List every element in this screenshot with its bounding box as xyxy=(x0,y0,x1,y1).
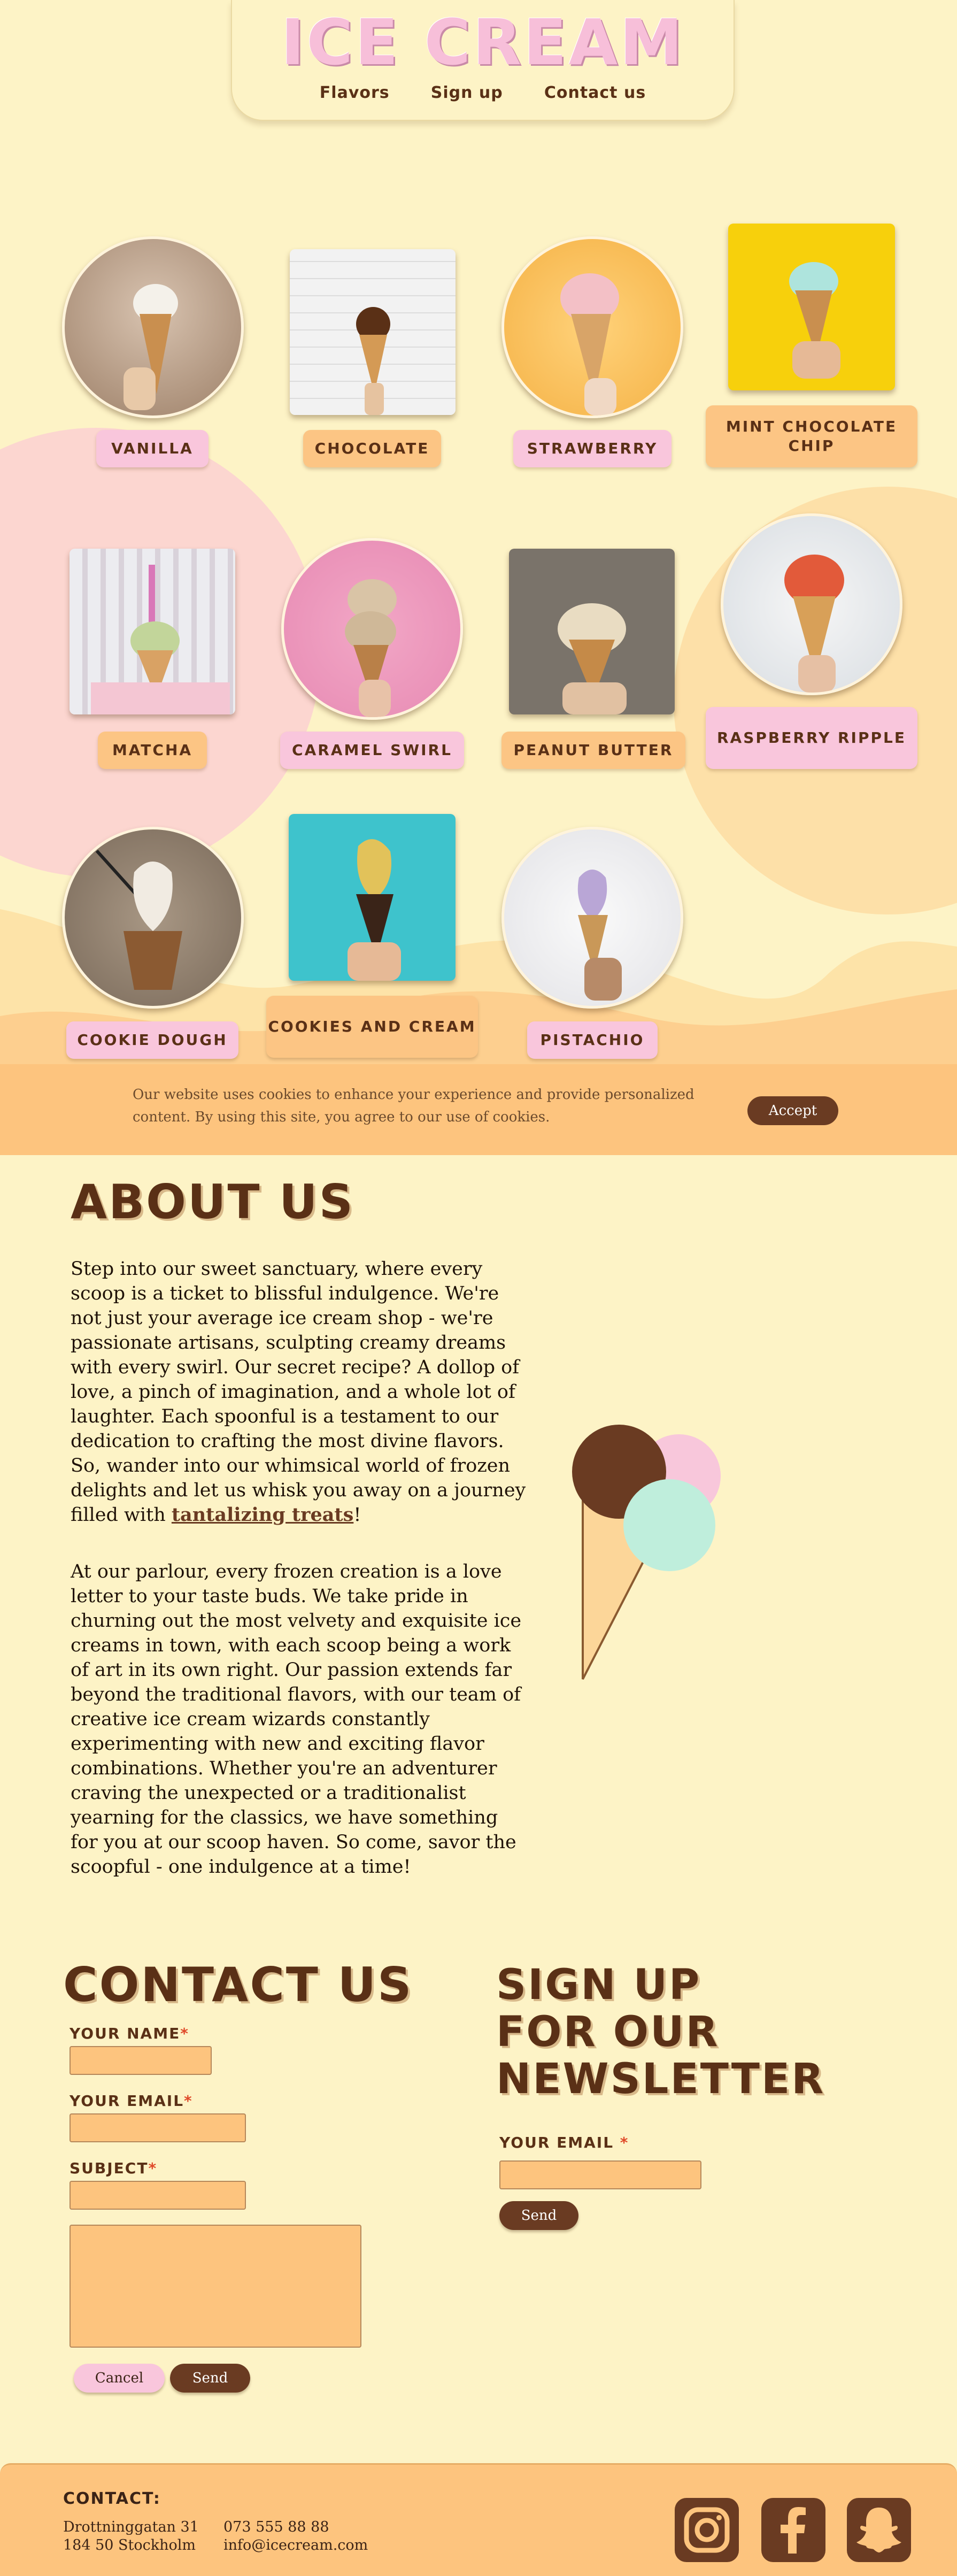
ice-cream-cone-icon xyxy=(356,307,390,415)
newsletter-email-input[interactable] xyxy=(499,2160,701,2189)
newsletter-title: Sign up for our newsletter xyxy=(496,1962,825,2103)
ice-cream-cone-icon xyxy=(558,603,627,714)
flavor-label-raspberry-ripple[interactable]: Raspberry Ripple xyxy=(706,707,917,769)
newsletter-title-line-1: Sign up xyxy=(496,1961,701,2009)
ice-cream-cone-icon xyxy=(577,870,622,1001)
subject-label: Subject* xyxy=(70,2159,157,2177)
site-footer: Contact: Drottninggatan 31 184 50 Stockh… xyxy=(0,2463,957,2576)
newsletter-title-line-3: newsletter xyxy=(496,2055,825,2103)
mint-chocolate-chip-photo[interactable] xyxy=(728,224,895,390)
footer-title: Contact: xyxy=(63,2489,161,2508)
flavor-label-cookie-dough[interactable]: Cookie Dough xyxy=(66,1021,238,1059)
vanilla-photo[interactable] xyxy=(62,236,244,418)
cookie-banner: Our website uses cookies to enhance your… xyxy=(0,1064,957,1155)
cookie-banner-text: Our website uses cookies to enhance your… xyxy=(133,1087,694,1125)
newsletter-send-button[interactable]: Send xyxy=(499,2201,578,2230)
name-label-text: Your name xyxy=(70,2025,181,2042)
snapchat-icon[interactable] xyxy=(847,2498,911,2562)
ice-cream-cone-icon xyxy=(124,284,178,410)
subject-label-text: Subject xyxy=(70,2159,149,2177)
chocolate-photo[interactable] xyxy=(290,249,456,415)
flavor-label-matcha[interactable]: Matcha xyxy=(98,732,207,769)
caramel-swirl-photo[interactable] xyxy=(281,538,463,720)
strawberry-photo[interactable] xyxy=(501,236,683,418)
contact-title: Contact us xyxy=(63,1957,413,2012)
footer-address: Drottninggatan 31 184 50 Stockholm xyxy=(63,2518,199,2555)
contact-send-button[interactable]: Send xyxy=(170,2364,250,2393)
email-input[interactable] xyxy=(70,2113,246,2142)
facebook-icon[interactable] xyxy=(761,2498,825,2562)
flavor-label-cookies-and-cream[interactable]: Cookies and Cream xyxy=(266,996,478,1058)
matcha-photo[interactable] xyxy=(70,549,235,714)
about-text: Step into our sweet sanctuary, where eve… xyxy=(71,1258,526,1526)
ice-cream-cone-icon xyxy=(560,273,619,416)
ice-cream-cone-icon xyxy=(345,579,397,717)
email-label-text: Your email xyxy=(70,2092,184,2110)
required-mark: * xyxy=(620,2134,629,2151)
flavor-label-strawberry[interactable]: Strawberry xyxy=(513,430,672,467)
newsletter-email-label-text: Your email xyxy=(499,2134,614,2151)
ice-cream-cone-icon xyxy=(348,839,401,981)
flavor-label-mint-chocolate-chip[interactable]: Mint Chocolate Chip xyxy=(706,405,917,467)
address-line-1: Drottninggatan 31 xyxy=(63,2519,199,2535)
newsletter-title-line-2: for our xyxy=(496,2008,720,2056)
pistachio-photo[interactable] xyxy=(501,827,683,1009)
flavor-label-peanut-butter[interactable]: Peanut Butter xyxy=(501,732,685,769)
flavor-label-caramel-swirl[interactable]: Caramel Swirl xyxy=(280,732,464,769)
about-text-end: ! xyxy=(353,1504,361,1526)
nav-sign-up[interactable]: Sign up xyxy=(431,83,503,102)
name-input[interactable] xyxy=(70,2046,212,2075)
cookie-dough-photo[interactable] xyxy=(62,827,244,1009)
ice-cream-illustration xyxy=(572,1425,721,1680)
accept-cookies-button[interactable]: Accept xyxy=(747,1096,838,1125)
about-paragraph-2: At our parlour, every frozen creation is… xyxy=(71,1561,522,1878)
name-label: Your name* xyxy=(70,2025,189,2042)
ice-cream-cone-icon xyxy=(789,262,840,379)
required-mark: * xyxy=(148,2159,158,2177)
tantalizing-treats-link[interactable]: tantalizing treats xyxy=(172,1504,353,1526)
site-header: Ice cream Flavors Sign up Contact us xyxy=(231,0,735,121)
instagram-icon[interactable] xyxy=(675,2498,739,2562)
raspberry-ripple-photo[interactable] xyxy=(721,513,902,695)
peanut-butter-photo[interactable] xyxy=(509,549,675,714)
footer-phone[interactable]: 073 555 88 88 xyxy=(223,2518,368,2536)
message-textarea[interactable] xyxy=(70,2225,361,2348)
ice-cream-cone-icon xyxy=(91,565,230,714)
nav-flavors[interactable]: Flavors xyxy=(320,83,390,102)
about-paragraph-1: Step into our sweet sanctuary, where eve… xyxy=(71,1257,530,1527)
flavor-label-vanilla[interactable]: Vanilla xyxy=(96,430,209,467)
site-logo[interactable]: Ice cream xyxy=(232,5,734,79)
required-mark: * xyxy=(184,2092,193,2110)
ice-cream-cone-icon xyxy=(95,849,182,990)
subject-input[interactable] xyxy=(70,2181,246,2210)
main-nav: Flavors Sign up Contact us xyxy=(232,83,734,102)
email-label: Your email* xyxy=(70,2092,193,2110)
newsletter-email-label: Your email * xyxy=(499,2134,629,2151)
footer-contact-info: 073 555 88 88 info@icecream.com xyxy=(223,2518,368,2555)
about-title: About us xyxy=(71,1174,354,1229)
address-line-2: 184 50 Stockholm xyxy=(63,2537,196,2554)
cookies-and-cream-photo[interactable] xyxy=(289,814,456,981)
ice-cream-cone-icon xyxy=(784,555,844,693)
footer-email[interactable]: info@icecream.com xyxy=(223,2536,368,2555)
flavor-label-pistachio[interactable]: Pistachio xyxy=(527,1021,658,1059)
flavor-label-chocolate[interactable]: Chocolate xyxy=(303,430,441,467)
required-mark: * xyxy=(180,2025,189,2042)
nav-contact-us[interactable]: Contact us xyxy=(544,83,646,102)
cancel-button[interactable]: Cancel xyxy=(74,2364,165,2393)
